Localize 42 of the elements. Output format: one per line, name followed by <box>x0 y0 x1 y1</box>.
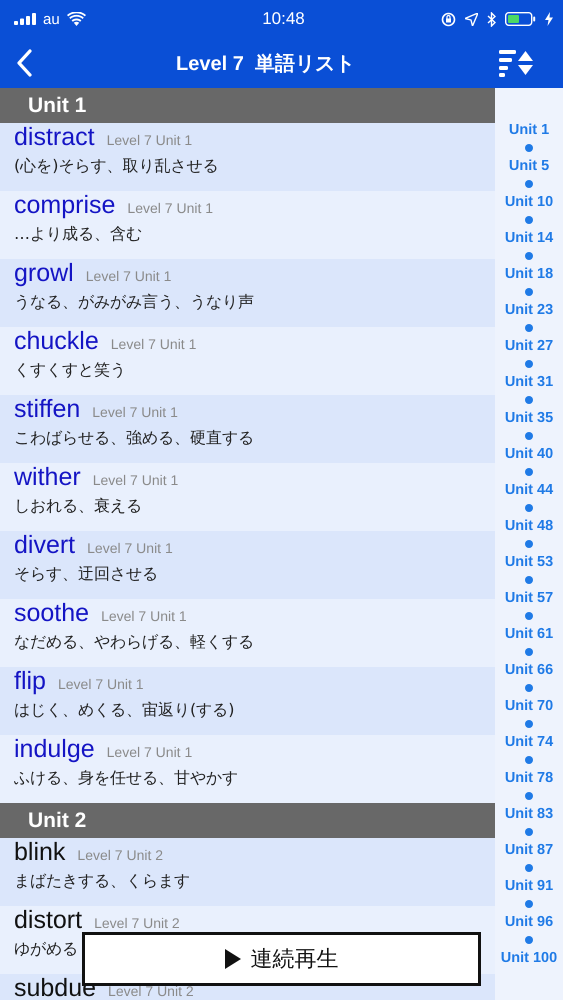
word-text: growl <box>14 259 74 288</box>
word-level: Level 7 Unit 2 <box>77 847 164 863</box>
word-text: flip <box>14 667 46 696</box>
status-time: 10:48 <box>262 9 305 29</box>
word-level: Level 7 Unit 1 <box>106 132 192 148</box>
word-meaning: ふける、身を任せる、甘やかす <box>14 767 238 789</box>
word-text: distort <box>14 906 82 935</box>
word-meaning: はじく、めくる、宙返り(する) <box>14 699 234 721</box>
word-level: Level 7 Unit 1 <box>127 200 214 216</box>
word-level: Level 7 Unit 1 <box>92 404 178 420</box>
section-title: Unit 1 <box>28 94 86 118</box>
word-meaning: …より成る、含む <box>14 223 142 245</box>
word-text: chuckle <box>14 327 99 356</box>
word-text: stiffen <box>14 395 80 424</box>
word-text: distract <box>14 123 95 152</box>
section-title: Unit 2 <box>28 808 86 832</box>
word-level: Level 7 Unit 1 <box>106 744 192 760</box>
word-meaning: しおれる、衰える <box>14 495 142 517</box>
word-meaning: まばたきする、くらます <box>14 870 190 892</box>
word-text: comprise <box>14 191 116 220</box>
word-level: Level 7 Unit 1 <box>110 336 196 352</box>
word-meaning: ゆがめる <box>14 938 78 960</box>
word-meaning: こわばらせる、強める、硬直する <box>14 427 254 449</box>
word-level: Level 7 Unit 2 <box>108 983 194 999</box>
word-text: soothe <box>14 599 90 628</box>
word-level: Level 7 Unit 1 <box>86 268 172 284</box>
word-level: Level 7 Unit 1 <box>92 472 178 488</box>
word-meaning: そらす、迂回させる <box>14 563 158 585</box>
word-level: Level 7 Unit 2 <box>94 915 180 931</box>
word-level: Level 7 Unit 1 <box>58 676 144 692</box>
word-text: indulge <box>14 735 95 764</box>
word-text: blink <box>14 838 66 867</box>
page-title: Level 7 単語リスト <box>176 52 355 76</box>
word-meaning: (心を)そらす、取り乱させる <box>14 155 218 177</box>
word-text: divert <box>14 531 76 560</box>
word-meaning: なだめる、やわらげる、軽くする <box>14 631 254 653</box>
word-meaning: うなる、がみがみ言う、うなり声 <box>14 291 254 313</box>
word-level: Level 7 Unit 1 <box>101 608 187 624</box>
word-text: wither <box>14 463 81 492</box>
word-level: Level 7 Unit 1 <box>87 540 173 556</box>
carrier-label: au <box>43 10 60 28</box>
word-meaning: くすくすと笑う <box>14 359 126 381</box>
